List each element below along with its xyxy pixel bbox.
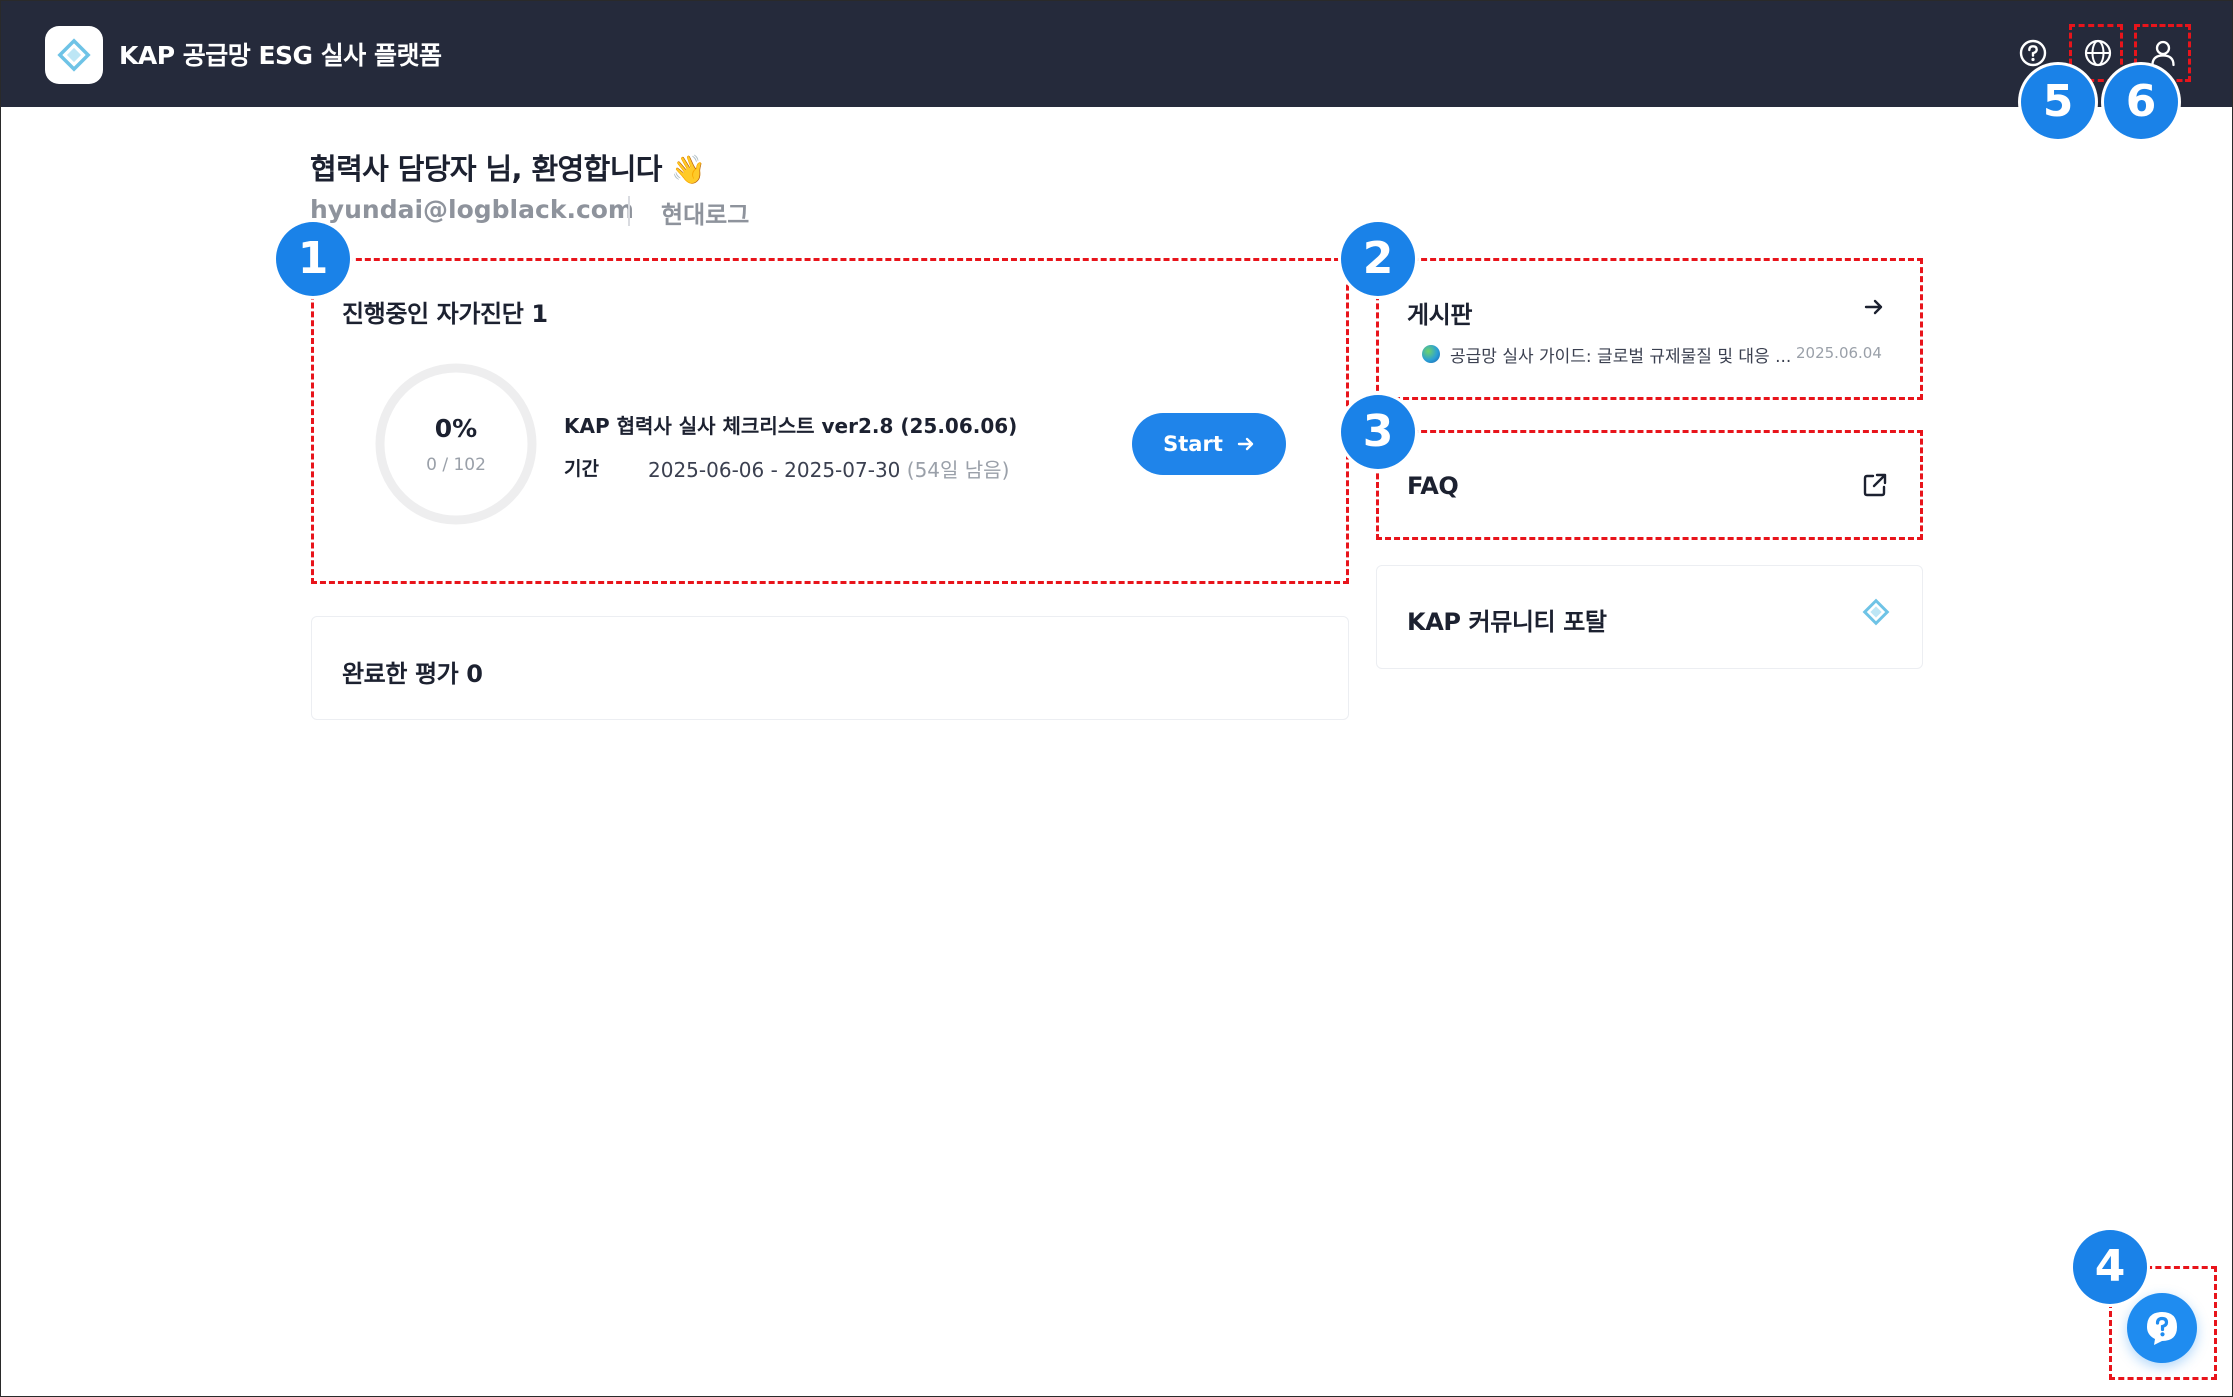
board-title: 게시판 bbox=[1407, 301, 1473, 329]
user-account-button[interactable] bbox=[2147, 37, 2179, 69]
completed-title: 완료한 평가 0 bbox=[342, 660, 483, 688]
annotation-badge-5: 5 bbox=[2021, 65, 2095, 139]
annotation-badge-4: 4 bbox=[2073, 1230, 2147, 1304]
board-item-title[interactable]: 공급망 실사 가이드: 글로벌 규제물질 및 대응 ... bbox=[1450, 342, 1791, 367]
progress-count: 0 / 102 bbox=[426, 455, 486, 475]
in-progress-title: 진행중인 자가진단 1 bbox=[342, 300, 548, 328]
annotation-badge-2: 2 bbox=[1341, 222, 1415, 296]
period-label: 기간 bbox=[564, 458, 599, 480]
annotation-badge-6: 6 bbox=[2104, 65, 2178, 139]
period-remaining: (54일 남음) bbox=[906, 458, 1010, 482]
checklist-name: KAP 협력사 실사 체크리스트 ver2.8 (25.06.06) bbox=[564, 414, 1018, 438]
board-item-date: 2025.06.04 bbox=[1796, 344, 1882, 362]
start-button-label: Start bbox=[1163, 432, 1223, 456]
floating-help-chat-button[interactable] bbox=[2127, 1293, 2197, 1363]
top-navigation-bar: KAP 공급망 ESG 실사 플랫폼 bbox=[1, 1, 2232, 107]
app-logo[interactable] bbox=[45, 26, 103, 84]
language-button[interactable] bbox=[2082, 37, 2114, 69]
progress-percent: 0% bbox=[434, 414, 478, 443]
external-link-icon[interactable] bbox=[1862, 472, 1888, 498]
user-icon bbox=[2151, 40, 2175, 67]
diamond-logo-icon bbox=[1862, 598, 1890, 626]
divider bbox=[628, 196, 630, 226]
waving-hand-emoji: 👋 bbox=[671, 153, 706, 186]
user-email: hyundai@logblack.com bbox=[310, 195, 634, 224]
app-title: KAP 공급망 ESG 실사 플랫폼 bbox=[119, 41, 442, 70]
progress-ring bbox=[375, 363, 537, 525]
globe-emoji-icon bbox=[1422, 345, 1440, 363]
period-dates: 2025-06-06 - 2025-07-30 bbox=[648, 458, 901, 482]
welcome-heading: 협력사 담당자 님, 환영합니다 👋 bbox=[310, 146, 706, 188]
faq-title: FAQ bbox=[1407, 472, 1459, 500]
annotation-badge-1: 1 bbox=[276, 222, 350, 296]
arrow-right-icon bbox=[1237, 437, 1254, 451]
help-button[interactable] bbox=[2017, 37, 2049, 69]
start-assessment-button[interactable]: Start bbox=[1132, 413, 1286, 475]
chat-question-icon bbox=[2147, 1312, 2177, 1345]
period-value: 2025-06-06 - 2025-07-30 (54일 남음) bbox=[648, 454, 1009, 483]
welcome-greeting: 협력사 담당자 님, 환영합니다 bbox=[310, 152, 662, 186]
help-circle-icon bbox=[2019, 39, 2047, 67]
globe-icon bbox=[2084, 39, 2112, 67]
arrow-right-icon[interactable] bbox=[1864, 297, 1884, 317]
community-portal-title: KAP 커뮤니티 포탈 bbox=[1407, 608, 1607, 636]
company-name: 현대로그 bbox=[661, 201, 750, 229]
diamond-logo-icon bbox=[57, 38, 91, 72]
annotation-badge-3: 3 bbox=[1341, 395, 1415, 469]
